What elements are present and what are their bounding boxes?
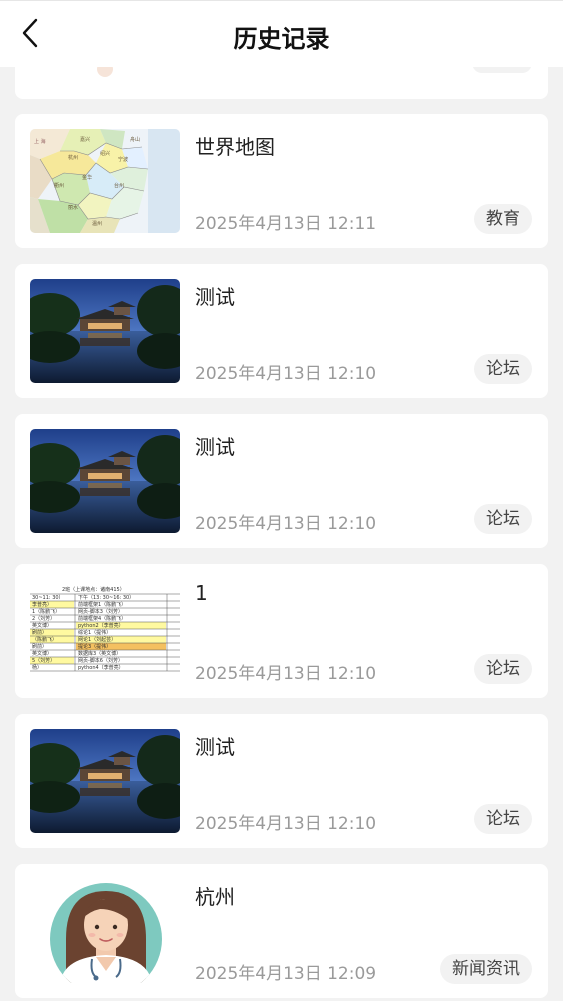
svg-text:丽水: 丽水	[68, 204, 78, 211]
svg-text:30~11: 30）: 30~11: 30）	[32, 595, 64, 601]
svg-text:英文博）: 英文博）	[32, 650, 52, 657]
garden-photo-thumbnail	[30, 729, 180, 833]
svg-text:衢州: 衢州	[54, 182, 64, 189]
svg-text:台州: 台州	[114, 182, 124, 189]
svg-text:李普亮）: 李普亮）	[32, 601, 52, 608]
svg-text:上 海: 上 海	[34, 138, 46, 145]
thumbnail-peek	[97, 67, 113, 77]
svg-text:2（刘芳）: 2（刘芳）	[32, 615, 55, 622]
history-card[interactable]: 嘉兴杭州 绍兴宁波 金华衢州 台州丽水 温州 舟山 上 海 世界地图 2025年4…	[15, 114, 548, 248]
svg-text:杭州: 杭州	[68, 154, 78, 161]
item-date: 2025年4月13日 12:10	[195, 364, 377, 384]
svg-text:（陈鹏飞）: （陈鹏飞）	[32, 636, 57, 643]
svg-text:前端框架4（陈鹏飞）: 前端框架4（陈鹏飞）	[78, 615, 126, 622]
svg-text:python4（李普亮）: python4（李普亮）	[78, 664, 124, 671]
history-card[interactable]: 测试 2025年4月13日 12:10 论坛	[15, 414, 548, 548]
history-card-partial[interactable]	[15, 67, 548, 99]
category-tag-peek	[472, 67, 532, 73]
svg-text:前端框架1（陈鹏飞）: 前端框架1（陈鹏飞）	[78, 601, 126, 608]
history-card[interactable]: 测试 2025年4月13日 12:10 论坛	[15, 264, 548, 398]
page-title: 历史记录	[233, 25, 330, 53]
garden-photo-thumbnail	[30, 279, 180, 383]
svg-text:python2（李普亮）: python2（李普亮）	[78, 622, 124, 629]
item-title: 测试	[195, 435, 235, 459]
category-tag[interactable]: 论坛	[474, 354, 532, 384]
svg-text:嘉兴: 嘉兴	[80, 136, 90, 143]
svg-text:综论1（提伟）: 综论1（提伟）	[78, 629, 111, 636]
history-card[interactable]: 2班（上课地点：诸南415） 30~11: 30） 下午（13: 30~16: 3…	[15, 564, 548, 698]
top-bar: 历史记录	[0, 0, 563, 67]
category-tag[interactable]: 论坛	[474, 504, 532, 534]
item-title: 测试	[195, 285, 235, 309]
history-card[interactable]: 测试 2025年4月13日 12:10 论坛	[15, 714, 548, 848]
item-title: 杭州	[195, 885, 235, 909]
svg-text:提论3（提伟）: 提论3（提伟）	[78, 643, 111, 650]
item-date: 2025年4月13日 12:11	[195, 214, 377, 234]
item-date: 2025年4月13日 12:10	[195, 514, 377, 534]
svg-text:网页-脚本3（刘芳）: 网页-脚本3（刘芳）	[78, 608, 123, 615]
svg-text:绍兴: 绍兴	[100, 150, 110, 157]
item-title: 1	[195, 581, 208, 605]
map-thumbnail: 嘉兴杭州 绍兴宁波 金华衢州 台州丽水 温州 舟山 上 海	[30, 129, 180, 233]
category-tag[interactable]: 新闻资讯	[440, 954, 532, 984]
garden-photo-thumbnail	[30, 429, 180, 533]
svg-text:英文博）: 英文博）	[32, 622, 52, 629]
svg-text:网页-脚本6（刘芳）: 网页-脚本6（刘芳）	[78, 657, 123, 664]
item-date: 2025年4月13日 12:10	[195, 814, 377, 834]
history-card[interactable]: 杭州 2025年4月13日 12:09 新闻资讯	[15, 864, 548, 998]
history-list: 嘉兴杭州 绍兴宁波 金华衢州 台州丽水 温州 舟山 上 海 世界地图 2025年4…	[0, 67, 563, 1001]
category-tag[interactable]: 教育	[474, 204, 532, 234]
svg-text:数据库3（英文博）: 数据库3（英文博）	[78, 650, 121, 657]
item-date: 2025年4月13日 12:09	[195, 964, 377, 984]
svg-text:杨）: 杨）	[32, 664, 42, 671]
svg-text:2班（上课地点：诸南415）: 2班（上课地点：诸南415）	[62, 586, 125, 593]
category-tag[interactable]: 论坛	[474, 654, 532, 684]
svg-text:下午（13: 30~16: 30）: 下午（13: 30~16: 30）	[78, 594, 134, 601]
svg-text:刷前）: 刷前）	[32, 629, 47, 636]
svg-text:网论1（刘起芸）: 网论1（刘起芸）	[78, 636, 116, 643]
svg-text:刷前）: 刷前）	[32, 643, 47, 650]
svg-text:1（陈鹏飞）: 1（陈鹏飞）	[32, 608, 60, 615]
item-title: 世界地图	[195, 135, 275, 159]
svg-text:宁波: 宁波	[118, 156, 128, 163]
svg-text:舟山: 舟山	[130, 136, 140, 143]
doctor-avatar-thumbnail	[30, 879, 180, 983]
item-title: 测试	[195, 735, 235, 759]
svg-text:温州: 温州	[92, 220, 102, 227]
svg-text:金华: 金华	[82, 174, 92, 181]
svg-text:5（刘芳）: 5（刘芳）	[32, 657, 55, 664]
spreadsheet-thumbnail: 2班（上课地点：诸南415） 30~11: 30） 下午（13: 30~16: 3…	[30, 579, 180, 683]
item-date: 2025年4月13日 12:10	[195, 664, 377, 684]
category-tag[interactable]: 论坛	[474, 804, 532, 834]
